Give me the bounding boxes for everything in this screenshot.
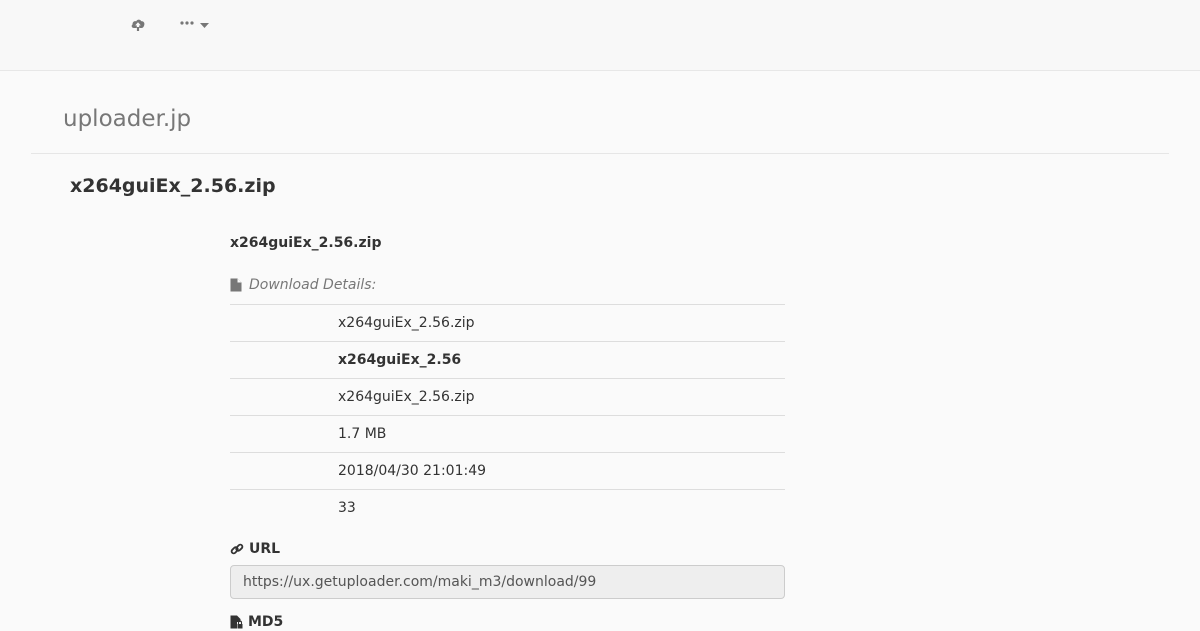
link-icon [230,542,244,556]
site-header: uploader.jp [31,71,1169,154]
caret-down-icon [199,22,209,28]
row-value-cell: x264guiEx_2.56 [338,341,785,379]
row-value-cell: 2018/04/30 21:01:49 [338,452,785,490]
upload-nav-button[interactable] [124,8,152,40]
row-label-cell [230,378,338,416]
url-label-text: URL [249,541,281,557]
table-row: 1.7 MB [230,415,785,453]
md5-section-label: MD5 [230,613,785,631]
row-label-cell [230,304,338,342]
row-value-cell: x264guiEx_2.56.zip [338,304,785,342]
md5-label-text: MD5 [248,614,284,630]
download-panel: x264guiEx_2.56.zip Download Details: x26… [230,230,785,631]
more-menu-dropdown[interactable] [172,8,216,38]
row-value-cell: 1.7 MB [338,415,785,453]
row-label-cell [230,341,338,379]
download-details-text: Download Details: [249,277,377,293]
table-row: 33 [230,489,785,526]
top-navbar [0,0,1200,71]
ellipsis-icon [179,21,194,25]
row-value-cell: 33 [338,489,785,526]
page-title: x264guiEx_2.56.zip [70,175,276,197]
row-label-cell [230,452,338,490]
file-icon [230,278,242,292]
file-lock-icon [230,615,243,629]
table-row: 2018/04/30 21:01:49 [230,452,785,490]
table-row: x264guiEx_2.56 [230,341,785,379]
cloud-upload-icon [130,16,146,32]
url-section-label: URL [230,540,785,558]
table-row: x264guiEx_2.56.zip [230,304,785,342]
file-name-heading: x264guiEx_2.56.zip [230,235,382,251]
download-url-field[interactable] [230,565,785,599]
row-value-cell: x264guiEx_2.56.zip [338,378,785,416]
download-details-label: Download Details: [230,272,785,298]
row-label-cell [230,489,338,526]
site-title-link[interactable]: uploader.jp [63,106,191,132]
row-label-cell [230,415,338,453]
file-details-table: x264guiEx_2.56.zip x264guiEx_2.56 x264gu… [230,304,785,526]
table-row: x264guiEx_2.56.zip [230,378,785,416]
